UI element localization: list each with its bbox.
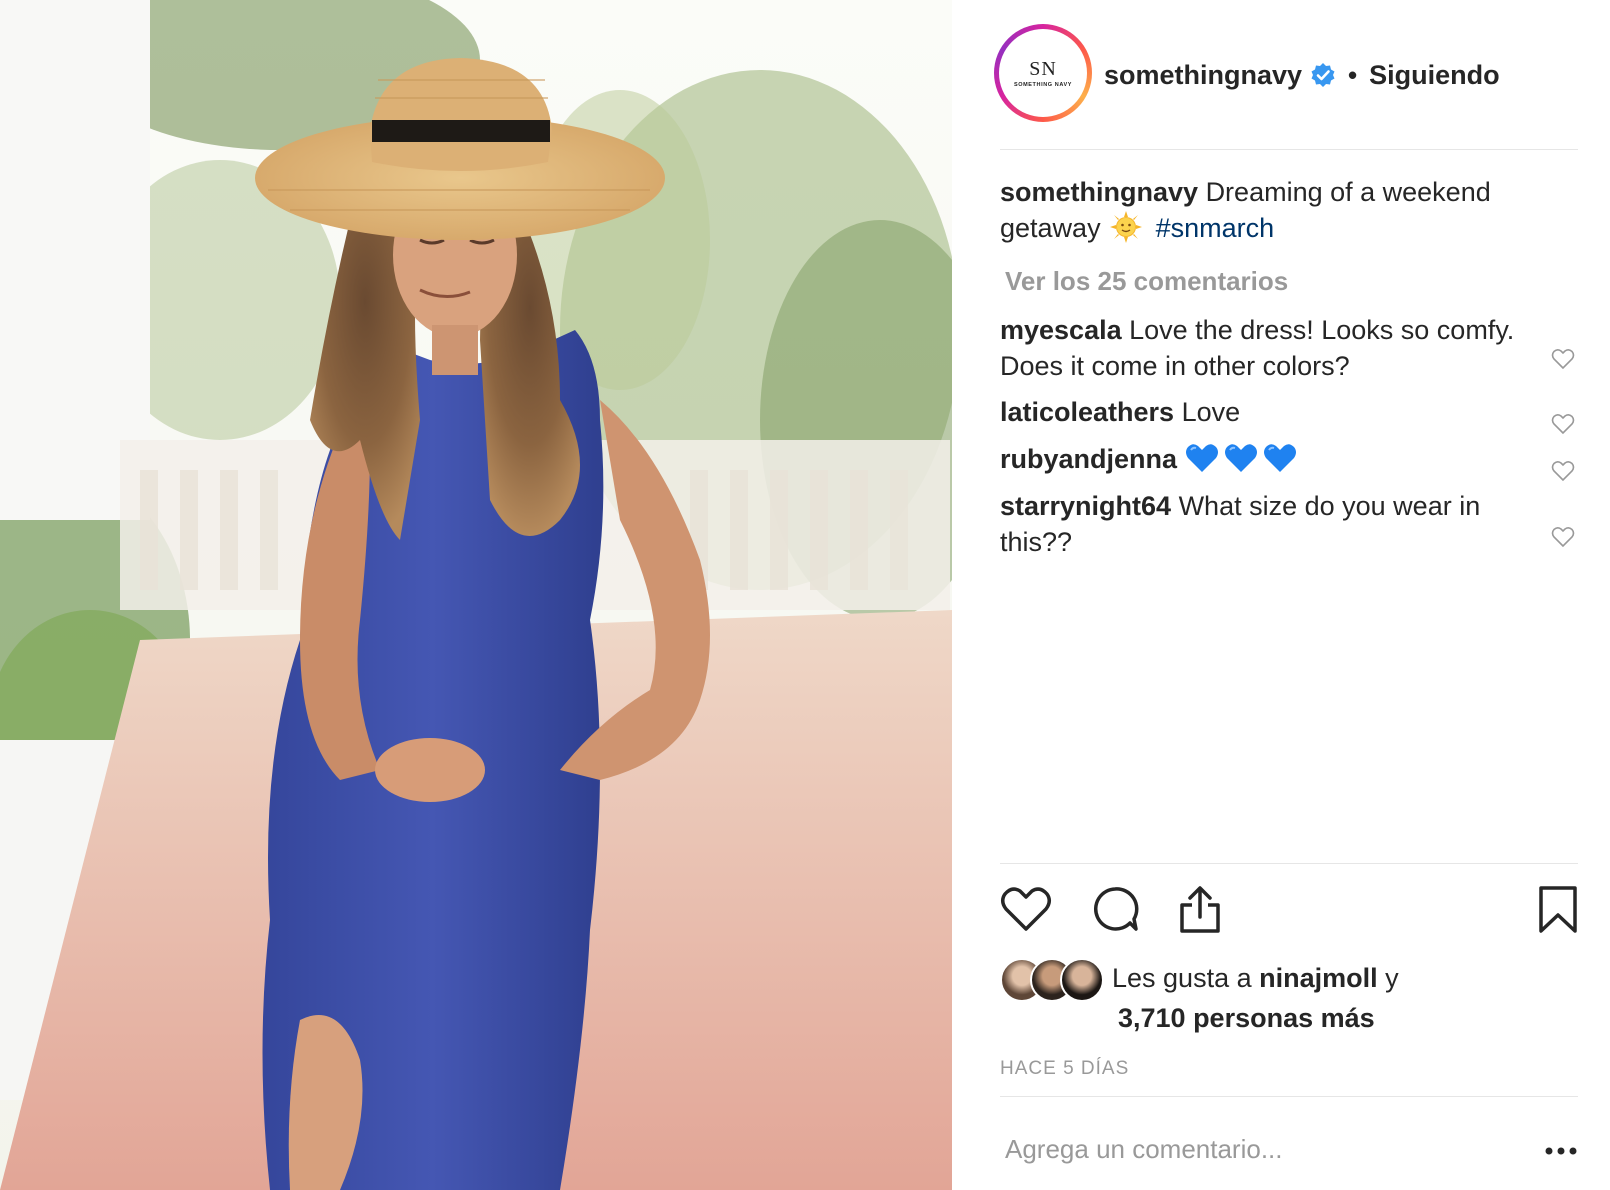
comment-username[interactable]: myescala [1000, 315, 1122, 345]
post-side-panel: SN SOMETHING NAVY somethingnavy • Siguie… [952, 0, 1610, 1190]
comment-item: myescala Love the dress! Looks so comfy.… [1000, 312, 1528, 384]
comment-item: starrynight64 What size do you wear in t… [1000, 488, 1528, 560]
add-comment-input[interactable]: Agrega un comentario... [1005, 1134, 1283, 1165]
comment-item: rubyandjenna [1000, 441, 1528, 477]
likes-others-link[interactable]: 3,710 personas más [1112, 998, 1572, 1038]
post-action-bar [1000, 885, 1578, 937]
caption-username[interactable]: somethingnavy [1000, 177, 1198, 207]
avatar-monogram: SN [1029, 57, 1057, 80]
following-button[interactable]: Siguiendo [1369, 60, 1500, 91]
account-avatar[interactable]: SN SOMETHING NAVY [994, 24, 1092, 122]
comment-like-heart-icon[interactable] [1550, 411, 1576, 437]
comment-username[interactable]: laticoleathers [1000, 397, 1174, 427]
comment-username[interactable]: rubyandjenna [1000, 444, 1177, 474]
likes-prefix: Les gusta a [1112, 963, 1252, 993]
avatar-subtitle: SOMETHING NAVY [1013, 81, 1073, 88]
likes-conjunction: y [1385, 963, 1399, 993]
blue-heart-emoji-icon [1185, 444, 1218, 472]
post-timestamp[interactable]: HACE 5 DÍAS [1000, 1058, 1129, 1080]
caption-hashtag-link[interactable]: #snmarch [1156, 213, 1275, 243]
like-icon[interactable] [1000, 885, 1052, 933]
post-header: SN SOMETHING NAVY somethingnavy • Siguie… [952, 0, 1610, 150]
comment-icon[interactable] [1090, 885, 1140, 933]
comment-box-divider [1000, 1096, 1578, 1097]
sun-with-face-emoji-icon [1110, 211, 1143, 243]
blue-heart-emoji-icon [1224, 444, 1257, 472]
comment-like-heart-icon[interactable] [1550, 346, 1576, 372]
likes-summary: Les gusta a ninajmoll y 3,710 personas m… [1000, 958, 1578, 1038]
comment-username[interactable]: starrynight64 [1000, 491, 1171, 521]
first-liker-link[interactable]: ninajmoll [1259, 963, 1378, 993]
post-photo[interactable] [0, 0, 952, 1190]
comment-like-heart-icon[interactable] [1550, 458, 1576, 484]
actions-divider [1000, 863, 1578, 864]
liker-avatar[interactable] [1060, 958, 1104, 1002]
separator-dot: • [1348, 59, 1358, 90]
post-caption: somethingnavy Dreaming of a weekend geta… [1000, 174, 1540, 246]
verified-badge-icon [1311, 63, 1335, 87]
post-photo-illustration [0, 0, 952, 1190]
comment-text: Love [1181, 397, 1241, 427]
view-all-comments-link[interactable]: Ver los 25 comentarios [1005, 266, 1288, 297]
more-options-icon[interactable] [1544, 1146, 1578, 1156]
comment-like-heart-icon[interactable] [1550, 524, 1576, 550]
save-icon[interactable] [1538, 885, 1578, 935]
account-username-link[interactable]: somethingnavy [1104, 60, 1302, 91]
comment-item: laticoleathers Love [1000, 394, 1528, 430]
share-icon[interactable] [1176, 885, 1224, 935]
blue-heart-emoji-icon [1263, 444, 1296, 472]
header-divider [1000, 149, 1578, 150]
